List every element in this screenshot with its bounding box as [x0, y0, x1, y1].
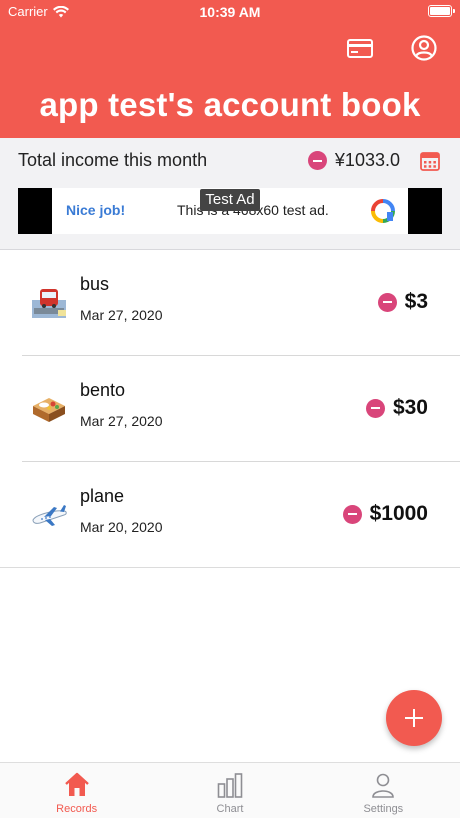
summary-amount: ¥1033.0: [334, 150, 400, 170]
tab-records[interactable]: Records: [0, 763, 153, 818]
list-item[interactable]: bento Mar 27, 2020 $30: [0, 356, 460, 462]
summary-label: Total income this month: [18, 150, 208, 170]
app-header: Carrier 10:39 AM app test's account book: [0, 0, 460, 138]
calendar-icon[interactable]: [419, 150, 441, 172]
bar-chart-icon: [216, 771, 244, 799]
tab-label: Records: [56, 803, 98, 815]
list-item[interactable]: plane Mar 20, 2020 $1000: [0, 462, 460, 568]
add-record-button[interactable]: [386, 690, 442, 746]
record-name: bento: [80, 380, 126, 400]
record-amount: $1000: [369, 502, 428, 525]
minus-circle-icon: [365, 398, 385, 418]
home-icon: [63, 771, 91, 799]
summary-row: Total income this month ¥1033.0: [0, 138, 460, 184]
tab-label: Settings: [363, 803, 404, 815]
record-amount-group: $3: [377, 290, 428, 314]
record-amount-group: $1000: [342, 502, 428, 526]
record-amount-group: $30: [365, 396, 428, 420]
minus-circle-icon: [377, 292, 397, 312]
test-ad-badge: Test Ad: [200, 189, 260, 211]
summary-amount-group: ¥1033.0: [307, 150, 400, 171]
record-date: Mar 27, 2020: [80, 307, 163, 323]
status-time: 10:39 AM: [199, 4, 261, 20]
tab-chart[interactable]: Chart: [153, 763, 306, 818]
record-amount: $30: [392, 396, 428, 419]
record-date: Mar 20, 2020: [80, 519, 163, 535]
tab-label: Chart: [216, 803, 244, 815]
tab-bar: Records Chart Settings: [0, 762, 460, 818]
minus-circle-icon: [307, 151, 327, 170]
battery-icon: [428, 5, 455, 17]
bus-icon: [30, 286, 68, 322]
status-bar: Carrier 10:39 AM: [0, 0, 460, 24]
bento-icon: [30, 392, 68, 428]
minus-circle-icon: [342, 504, 362, 524]
record-name: plane: [80, 486, 125, 506]
record-date: Mar 27, 2020: [80, 413, 163, 429]
records-list: bus Mar 27, 2020 $3 bento Mar 27, 2020 $…: [0, 250, 460, 568]
person-icon: [369, 771, 397, 799]
ad-headline: Nice job!: [66, 202, 126, 218]
page-title: app test's account book: [39, 86, 421, 123]
plane-icon: [30, 498, 68, 534]
credit-card-icon[interactable]: [346, 34, 374, 62]
record-amount: $3: [404, 290, 428, 313]
tab-settings[interactable]: Settings: [307, 763, 460, 818]
header-actions: [346, 34, 438, 62]
account-circle-icon[interactable]: [410, 34, 438, 62]
list-item[interactable]: bus Mar 27, 2020 $3: [0, 250, 460, 356]
record-name: bus: [80, 274, 110, 294]
ad-logo-icon: [370, 198, 396, 224]
